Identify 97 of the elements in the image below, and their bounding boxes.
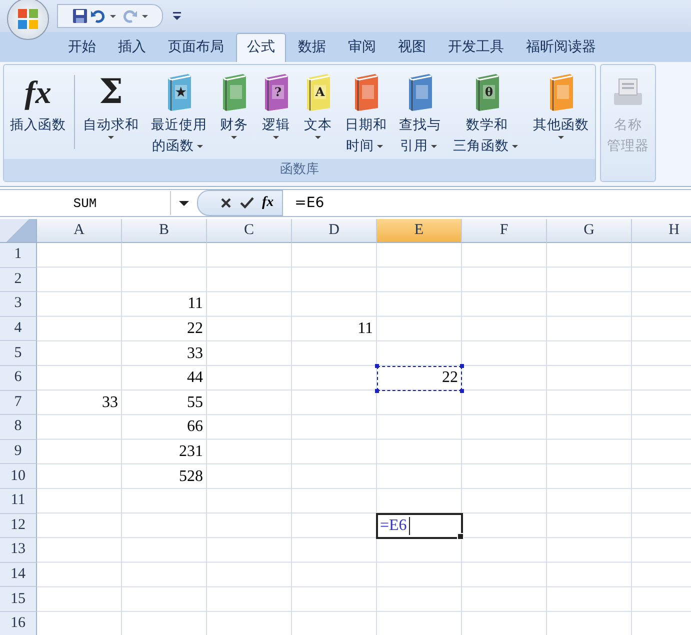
cell-value: 33 [102, 394, 119, 412]
row-header[interactable]: 2 [0, 268, 37, 292]
button-label: 逻辑 [262, 116, 290, 135]
ribbon-tab[interactable]: 页面布局 [158, 34, 234, 62]
ribbon-tab[interactable]: 视图 [388, 34, 436, 62]
dropdown-caret-icon [197, 145, 203, 148]
column-header[interactable]: G [547, 219, 632, 243]
four-squares-logo-icon [16, 7, 40, 31]
dropdown-caret-icon [273, 136, 279, 139]
cancel-icon[interactable] [220, 197, 232, 209]
dropdown-caret-icon[interactable] [110, 14, 116, 18]
ribbon-tab[interactable]: 公式 [236, 33, 286, 62]
button-label: 时间 [346, 137, 374, 156]
row-header[interactable]: 3 [0, 292, 37, 317]
ribbon-button[interactable]: 查找与 引用 [393, 69, 447, 157]
button-label: 数学和 [466, 116, 508, 135]
fill-handle[interactable] [457, 533, 464, 540]
column-header[interactable]: D [292, 219, 377, 243]
column-header[interactable]: E [377, 219, 462, 243]
undo-arrow-icon[interactable] [90, 8, 106, 24]
cell-value: 22 [187, 320, 204, 338]
button-label: 插入函数 [10, 116, 66, 135]
dropdown-caret-icon[interactable] [142, 14, 148, 18]
cell-value: 231 [179, 443, 204, 462]
sigma-icon: Σ [91, 69, 131, 115]
ribbon-button[interactable]: A 文本 [297, 69, 339, 139]
dropdown-caret-icon [231, 136, 237, 139]
button-label: 其他函数 [533, 116, 589, 135]
button-label: 的函数 [152, 137, 194, 156]
column-header[interactable]: C [207, 219, 292, 243]
button-label: 自动求和 [83, 116, 139, 135]
function-icon: fx [18, 69, 58, 115]
ribbon-tab[interactable]: 插入 [108, 34, 156, 62]
ribbon-tab[interactable]: 开始 [58, 34, 106, 62]
cell-value: 66 [187, 418, 204, 436]
row-header[interactable]: 13 [0, 538, 37, 563]
formula-input[interactable]: =E6 [282, 195, 324, 211]
dropdown-caret-icon[interactable] [179, 200, 189, 206]
ribbon-button[interactable]: 财务 [213, 69, 255, 139]
column-header[interactable]: F [462, 219, 547, 243]
ribbon-button[interactable]: fx 插入函数 [4, 69, 72, 136]
cell-value: 528 [179, 468, 204, 486]
cell-value: 11 [358, 320, 374, 338]
ribbon-tab[interactable]: 福昕阅读器 [516, 34, 606, 62]
dropdown-caret-icon [377, 145, 383, 148]
column-header[interactable]: A [37, 219, 122, 243]
row-header[interactable]: 5 [0, 341, 37, 366]
active-cell-editor[interactable]: =E6 [376, 512, 463, 540]
row-header[interactable]: 10 [0, 464, 37, 489]
dropdown-caret-icon [512, 145, 518, 148]
button-label: 最近使用 [151, 116, 207, 135]
row-header[interactable]: 15 [0, 587, 37, 612]
row-header[interactable]: 8 [0, 415, 37, 440]
cell-value: 44 [187, 369, 204, 388]
row-header[interactable]: 12 [0, 514, 37, 538]
row-header[interactable]: 7 [0, 390, 37, 416]
cell-value: 33 [187, 344, 204, 363]
row-header[interactable]: 6 [0, 366, 37, 391]
ribbon-button[interactable]: Σ 自动求和 [77, 69, 145, 139]
row-header[interactable]: 4 [0, 316, 37, 342]
row-header[interactable]: 9 [0, 440, 37, 464]
row-header[interactable]: 14 [0, 562, 37, 588]
button-label: 财务 [220, 116, 248, 135]
button-label: 名称 [614, 116, 642, 135]
row-header[interactable]: 16 [0, 612, 37, 635]
ribbon-button[interactable]: θ 数学和 三角函数 [447, 69, 527, 157]
button-label: 查找与 [399, 116, 441, 135]
customize-toolbar-icon[interactable] [173, 11, 181, 21]
button-label: 引用 [400, 137, 428, 156]
row-header[interactable]: 1 [0, 243, 37, 268]
button-label: 文本 [304, 116, 332, 135]
office-button[interactable] [7, 0, 49, 40]
ribbon-button[interactable]: 日期和 时间 [339, 69, 393, 157]
column-header[interactable]: H [632, 219, 691, 243]
button-label: 三角函数 [453, 137, 509, 156]
cell-value: 22 [442, 369, 459, 388]
ribbon-tab[interactable]: 数据 [288, 34, 336, 62]
ribbon-tab[interactable]: 审阅 [338, 34, 386, 62]
dropdown-caret-icon [108, 136, 114, 139]
insert-function-button[interactable]: fx [262, 195, 274, 211]
button-label: 日期和 [345, 116, 387, 135]
cell-value: 55 [187, 394, 204, 412]
save-icon[interactable] [72, 8, 88, 24]
ribbon-tab[interactable]: 开发工具 [438, 34, 514, 62]
column-header[interactable]: B [122, 219, 207, 243]
ribbon-button[interactable]: ? 逻辑 [255, 69, 297, 139]
ribbon-button[interactable]: ★ 最近使用 的函数 [145, 69, 213, 157]
button-label: 管理器 [607, 137, 649, 156]
name-box[interactable]: SUM [0, 191, 171, 215]
row-header[interactable]: 11 [0, 488, 37, 514]
dropdown-caret-icon [431, 145, 437, 148]
group-label: 函数库 [4, 159, 595, 181]
dropdown-caret-icon [315, 136, 321, 139]
dropdown-caret-icon [558, 136, 564, 139]
cell-value: 11 [188, 295, 204, 314]
check-icon[interactable] [240, 197, 254, 209]
ribbon-button[interactable]: 其他函数 [527, 69, 595, 139]
